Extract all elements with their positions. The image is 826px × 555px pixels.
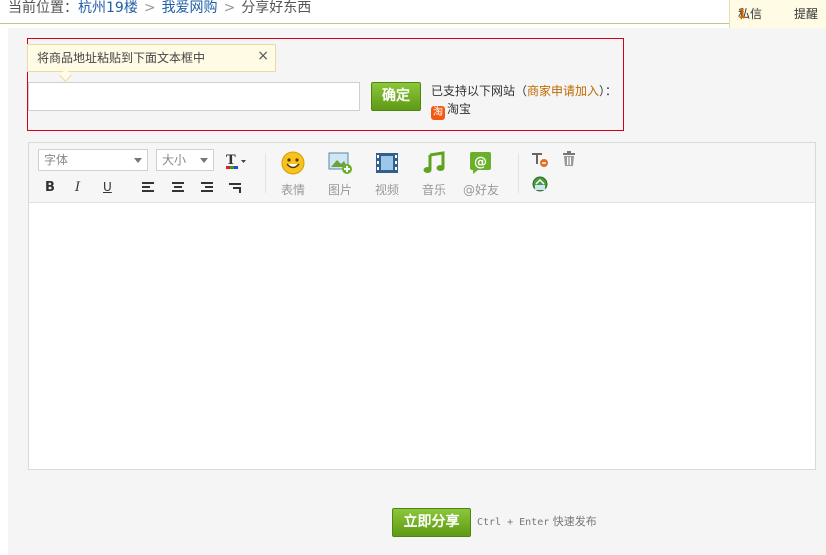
breadcrumb-separator-icon: > — [223, 0, 236, 16]
music-button[interactable]: 音乐 — [414, 151, 454, 198]
shortcut-suffix: 快速发布 — [552, 515, 597, 528]
bold-button[interactable]: B — [45, 180, 55, 195]
video-button[interactable]: 视频 — [367, 151, 407, 198]
messages-count-badge: 1 — [738, 7, 747, 21]
trash-icon[interactable] — [561, 151, 577, 167]
video-label: 视频 — [374, 183, 399, 197]
breadcrumb: 当前位置：杭州19楼 > 我爱网购 > 分享好东西 — [8, 0, 311, 22]
image-button[interactable]: 图片 — [320, 151, 360, 198]
product-url-input[interactable] — [28, 82, 360, 111]
at-friend-label: @好友 — [462, 183, 499, 197]
supported-prefix: 已支持以下网站（ — [431, 84, 528, 98]
supported-suffix: ）： — [599, 84, 618, 98]
font-family-select[interactable]: 字体 — [38, 149, 148, 171]
rich-text-editor: 字体 大小 T B I U 表情 图片 视频 音乐 @ @好友 — [28, 142, 816, 470]
video-icon — [376, 153, 398, 173]
breadcrumb-prefix: 当前位置： — [8, 0, 78, 16]
font-family-select-value: 字体 — [44, 153, 69, 167]
paste-hint-text: 将商品地址粘贴到下面文本框中 — [37, 51, 206, 65]
taobao-icon: 淘 — [431, 106, 445, 120]
breadcrumb-link-hangzhou19lou[interactable]: 杭州19楼 — [78, 0, 138, 16]
text-color-icon: T — [226, 153, 246, 169]
supported-sites-text: 已支持以下网站（商家申请加入）： — [431, 83, 617, 99]
editor-toolbar: 字体 大小 T B I U 表情 图片 视频 音乐 @ @好友 — [29, 143, 815, 203]
svg-text:T: T — [226, 153, 236, 168]
emoticon-button[interactable]: 表情 — [273, 151, 313, 198]
editor-content-area[interactable] — [29, 203, 815, 469]
paste-hint-tooltip: 将商品地址粘贴到下面文本框中 × — [27, 43, 276, 82]
music-label: 音乐 — [421, 183, 446, 197]
source-code-icon[interactable] — [531, 176, 549, 192]
breadcrumb-divider — [0, 23, 826, 24]
at-friend-icon: @ — [470, 152, 491, 174]
site-taobao-label: 淘宝 — [447, 102, 472, 116]
emoticon-icon — [281, 151, 305, 175]
breadcrumb-link-woaiwanggou[interactable]: 我爱网购 — [162, 0, 218, 16]
text-color-button[interactable]: T — [225, 151, 247, 169]
breadcrumb-current: 分享好东西 — [241, 0, 312, 16]
clear-format-icon[interactable] — [531, 151, 549, 167]
font-size-select-value: 大小 — [162, 153, 187, 167]
music-icon — [423, 151, 445, 173]
align-center-icon[interactable] — [172, 182, 186, 194]
underline-button[interactable]: U — [103, 180, 112, 194]
share-now-button[interactable]: 立即分享 — [392, 508, 471, 537]
image-label: 图片 — [327, 183, 352, 197]
italic-button[interactable]: I — [75, 180, 80, 195]
toolbar-divider — [518, 153, 519, 193]
chevron-down-icon — [200, 158, 208, 163]
align-right-icon[interactable] — [201, 182, 215, 194]
confirm-button[interactable]: 确定 — [371, 82, 421, 111]
at-friend-button[interactable]: @ @好友 — [461, 151, 501, 198]
toolbar-divider — [265, 153, 266, 193]
shortcut-hint: Ctrl + Enter 快速发布 — [477, 513, 597, 529]
close-icon[interactable]: × — [257, 43, 269, 69]
indent-icon[interactable] — [229, 182, 243, 194]
site-taobao[interactable]: 淘淘宝 — [431, 101, 471, 120]
emoticon-label: 表情 — [280, 183, 305, 197]
merchant-apply-link[interactable]: 商家申请加入 — [527, 84, 599, 98]
align-left-icon[interactable] — [142, 182, 156, 194]
shortcut-keys: Ctrl + Enter — [477, 517, 550, 528]
svg-text:@: @ — [474, 155, 487, 170]
user-notification-bar: 私信 1 提醒 — [729, 0, 826, 29]
remind-link[interactable]: 提醒 — [794, 0, 818, 28]
font-size-select[interactable]: 大小 — [156, 149, 214, 171]
chevron-down-icon — [134, 158, 142, 163]
image-icon — [328, 152, 352, 174]
breadcrumb-separator-icon: > — [143, 0, 156, 16]
